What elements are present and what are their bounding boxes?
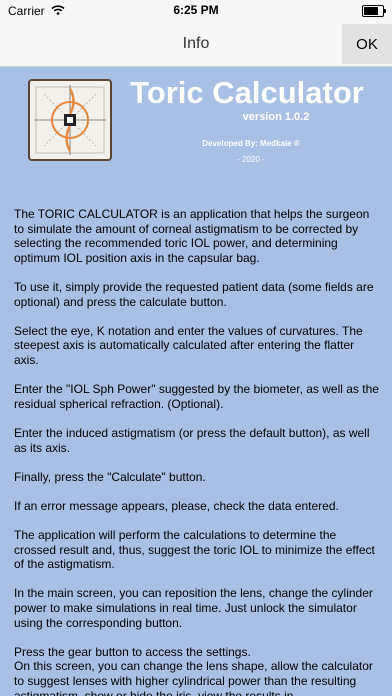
info-paragraph: To use it, simply provide the requested … xyxy=(14,279,374,309)
app-title: Toric Calculator xyxy=(130,75,364,110)
info-content[interactable]: Toric Calculator version 1.0.2 Developed… xyxy=(0,67,392,696)
battery-level xyxy=(364,7,379,15)
navigation-bar: Info OK xyxy=(0,22,392,67)
info-paragraph: On this screen, you can change the lens … xyxy=(14,659,373,696)
info-paragraph: Select the eye, K notation and enter the… xyxy=(14,323,363,367)
toric-lens-logo-icon xyxy=(34,85,106,155)
status-time: 6:25 PM xyxy=(173,3,219,17)
app-header: Toric Calculator version 1.0.2 Developed… xyxy=(0,67,392,207)
info-paragraph: In the main screen, you can reposition t… xyxy=(14,586,373,630)
ok-button[interactable]: OK xyxy=(342,24,392,64)
app-logo xyxy=(28,79,112,161)
info-text: The TORIC CALCULATOR is an application t… xyxy=(14,207,380,696)
info-paragraph: If an error message appears, please, che… xyxy=(14,498,339,513)
status-right xyxy=(362,5,386,17)
battery-icon xyxy=(362,5,386,17)
info-paragraph: The application will perform the calcula… xyxy=(14,528,375,572)
developer-credit: Developed By: Medkale ® xyxy=(202,139,300,148)
info-paragraph: Enter the induced astigmatism (or press … xyxy=(14,425,370,455)
status-bar: Carrier 6:25 PM xyxy=(0,0,392,22)
page-title: Info xyxy=(182,35,210,52)
app-version: version 1.0.2 xyxy=(242,111,310,123)
info-paragraph: The TORIC CALCULATOR is an application t… xyxy=(14,207,370,265)
release-year: - 2020 - xyxy=(237,155,265,164)
info-paragraph: Enter the "IOL Sph Power" suggested by t… xyxy=(14,382,379,411)
info-paragraph: Press the gear button to access the sett… xyxy=(14,644,251,659)
info-paragraph: Finally, press the "Calculate" button. xyxy=(14,469,206,484)
